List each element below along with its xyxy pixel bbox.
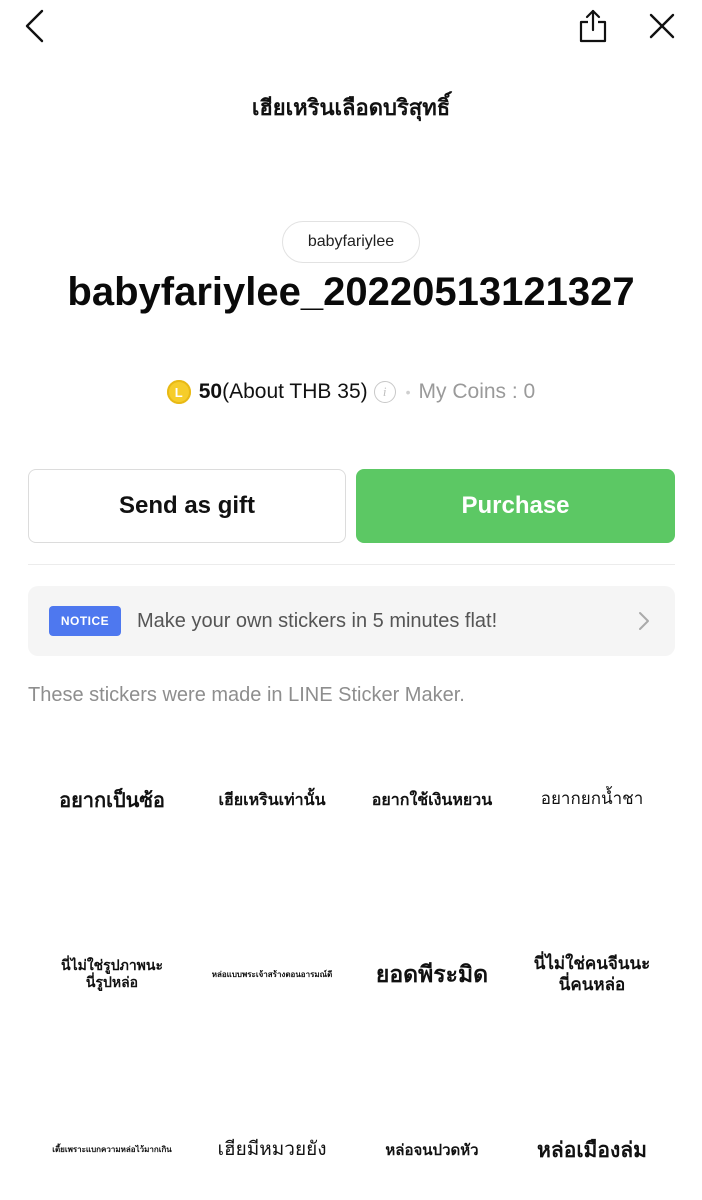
share-button[interactable] xyxy=(568,2,618,50)
price-about: (About THB 35) xyxy=(222,380,368,403)
sticker-item[interactable]: อยากใช้เงินหยวน xyxy=(352,740,512,860)
separator-dot: • xyxy=(405,384,411,400)
notice-banner[interactable]: NOTICE Make your own stickers in 5 minut… xyxy=(28,586,675,656)
send-as-gift-button[interactable]: Send as gift xyxy=(28,469,346,543)
chevron-right-icon xyxy=(639,612,649,630)
sticker-item[interactable]: อยากเป็นซ้อ xyxy=(32,740,192,860)
author-chip[interactable]: babyfariylee xyxy=(282,221,420,263)
sticker-maker-note: These stickers were made in LINE Sticker… xyxy=(28,684,465,706)
sticker-pack-title: babyfariylee_20220513121327 xyxy=(67,270,635,314)
info-icon[interactable]: i xyxy=(373,381,396,403)
close-icon xyxy=(649,13,675,39)
price-row: L 50 (About THB 35) i • My Coins : 0 xyxy=(0,377,702,407)
sticker-item[interactable]: หล่อจนปวดหัว xyxy=(352,1090,512,1200)
sticker-item[interactable]: หล่อเมืองล่ม xyxy=(512,1090,672,1200)
share-icon xyxy=(579,9,607,43)
sticker-item[interactable]: อยากยกน้ำชา xyxy=(512,740,672,860)
sticker-item[interactable]: นี่ไม่ใช่รูปภาพนะ นี่รูปหล่อ xyxy=(32,915,192,1035)
sticker-item[interactable]: หล่อแบบพระเจ้าสร้างตอนอารมณ์ดี xyxy=(192,915,352,1035)
purchase-button[interactable]: Purchase xyxy=(356,469,675,543)
notice-badge: NOTICE xyxy=(49,606,121,636)
back-button[interactable] xyxy=(10,2,58,50)
page-title: เฮียเหรินเลือดบริสุทธิ์ xyxy=(251,96,451,121)
sticker-item[interactable]: ยอดพีระมิด xyxy=(352,915,512,1035)
sticker-detail-page: เฮียเหรินเลือดบริสุทธิ์ babyfariylee bab… xyxy=(0,0,702,1200)
my-coins-label: My Coins : 0 xyxy=(418,380,536,403)
sticker-item[interactable]: นี่ไม่ใช่คนจีนนะ นี่คนหล่อ xyxy=(512,915,672,1035)
notice-text: Make your own stickers in 5 minutes flat… xyxy=(137,609,498,632)
sticker-item[interactable]: เฮียเหรินเท่านั้น xyxy=(192,740,352,860)
line-coin-icon: L xyxy=(166,380,191,404)
close-button[interactable] xyxy=(638,2,686,50)
divider xyxy=(28,564,675,565)
sticker-item[interactable]: เฮียมีหมวยยัง xyxy=(192,1090,352,1200)
sticker-item[interactable]: เตี้ยเพราะแบกความหล่อไว้มากเกิน xyxy=(32,1090,192,1200)
price-value: 50 xyxy=(198,380,223,403)
chevron-left-icon xyxy=(25,9,44,43)
